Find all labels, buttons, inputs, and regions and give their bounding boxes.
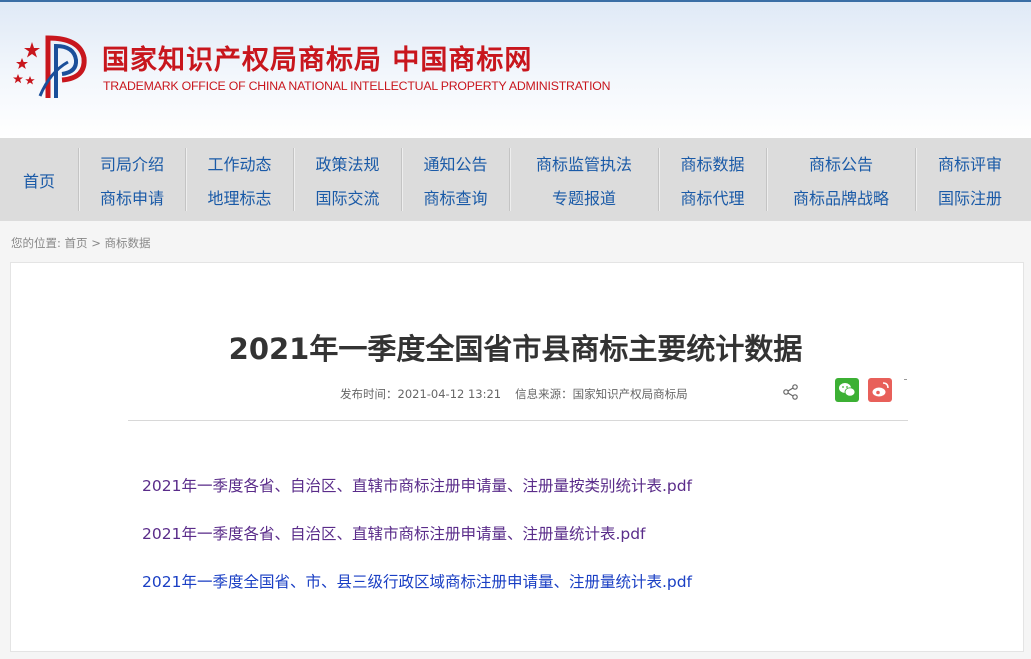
nav-column-1: 司局介绍 商标申请 (79, 138, 185, 221)
nav-column-6: 商标数据 商标代理 (659, 138, 766, 221)
nav-item-geographical-indication[interactable]: 地理标志 (207, 185, 271, 209)
breadcrumb-prefix: 您的位置: (11, 236, 61, 250)
wechat-share-icon[interactable] (835, 378, 859, 402)
pdf-link-by-province[interactable]: 2021年一季度各省、自治区、直辖市商标注册申请量、注册量统计表.pdf (142, 522, 646, 544)
nav-home-cell: 首页 (0, 138, 78, 221)
wechat-icon (839, 383, 856, 397)
site-title-cn: 国家知识产权局商标局 中国商标网 (102, 45, 533, 76)
nav-item-enforcement[interactable]: 商标监管执法 (536, 151, 632, 175)
nav-column-7: 商标公告 商标品牌战略 (767, 138, 915, 221)
pdf-link-three-level[interactable]: 2021年一季度全国省、市、县三级行政区域商标注册申请量、注册量统计表.pdf (142, 570, 692, 592)
share-icon[interactable] (782, 383, 800, 401)
nav-item-trademark-agency[interactable]: 商标代理 (680, 185, 744, 209)
nav-item-about[interactable]: 司局介绍 (100, 151, 164, 175)
site-header: 国家知识产权局商标局 中国商标网 TRADEMARK OFFICE OF CHI… (0, 0, 1031, 138)
nav-item-notices[interactable]: 通知公告 (423, 151, 487, 175)
nav-column-8: 商标评审 国际注册 (916, 138, 1024, 221)
nav-item-trademark-announcements[interactable]: 商标公告 (809, 151, 873, 175)
info-source: 信息来源：国家知识产权局商标局 (515, 387, 688, 401)
article-panel (10, 262, 1024, 652)
nav-column-4: 通知公告 商标查询 (402, 138, 509, 221)
decorative-dot (904, 379, 907, 380)
nav-item-policies[interactable]: 政策法规 (315, 151, 379, 175)
main-nav: 首页 司局介绍 商标申请 工作动态 地理标志 政策法规 国际交流 通知公告 商标… (0, 138, 1031, 221)
nav-item-work-news[interactable]: 工作动态 (207, 151, 271, 175)
breadcrumb-separator: > (91, 236, 101, 250)
publish-time: 发布时间：2021-04-12 13:21 (340, 387, 502, 401)
breadcrumb: 您的位置: 首页 > 商标数据 (11, 235, 150, 251)
title-divider (128, 420, 908, 421)
breadcrumb-home[interactable]: 首页 (65, 236, 88, 250)
cnipa-logo[interactable] (10, 32, 95, 102)
nav-column-2: 工作动态 地理标志 (186, 138, 293, 221)
nav-item-trademark-data[interactable]: 商标数据 (680, 151, 744, 175)
nav-item-international-exchange[interactable]: 国际交流 (315, 185, 379, 209)
nav-column-3: 政策法规 国际交流 (294, 138, 401, 221)
article-title: 2021年一季度全国省市县商标主要统计数据 (228, 332, 803, 366)
article-meta: 发布时间：2021-04-12 13:21 信息来源：国家知识产权局商标局 (340, 386, 688, 402)
nav-item-home[interactable]: 首页 (23, 168, 55, 192)
breadcrumb-current[interactable]: 商标数据 (104, 236, 150, 250)
nav-item-brand-strategy[interactable]: 商标品牌战略 (793, 185, 889, 209)
pdf-link-by-category[interactable]: 2021年一季度各省、自治区、直辖市商标注册申请量、注册量按类别统计表.pdf (142, 474, 692, 496)
nav-item-trademark-search[interactable]: 商标查询 (423, 185, 487, 209)
weibo-icon (872, 382, 889, 397)
weibo-share-icon[interactable] (868, 378, 892, 402)
nav-item-international-registration[interactable]: 国际注册 (938, 185, 1002, 209)
nav-item-special-reports[interactable]: 专题报道 (552, 185, 616, 209)
nav-item-trademark-review[interactable]: 商标评审 (938, 151, 1002, 175)
nav-item-trademark-application[interactable]: 商标申请 (100, 185, 164, 209)
site-title-en: TRADEMARK OFFICE OF CHINA NATIONAL INTEL… (103, 79, 611, 93)
nav-column-5: 商标监管执法 专题报道 (510, 138, 658, 221)
